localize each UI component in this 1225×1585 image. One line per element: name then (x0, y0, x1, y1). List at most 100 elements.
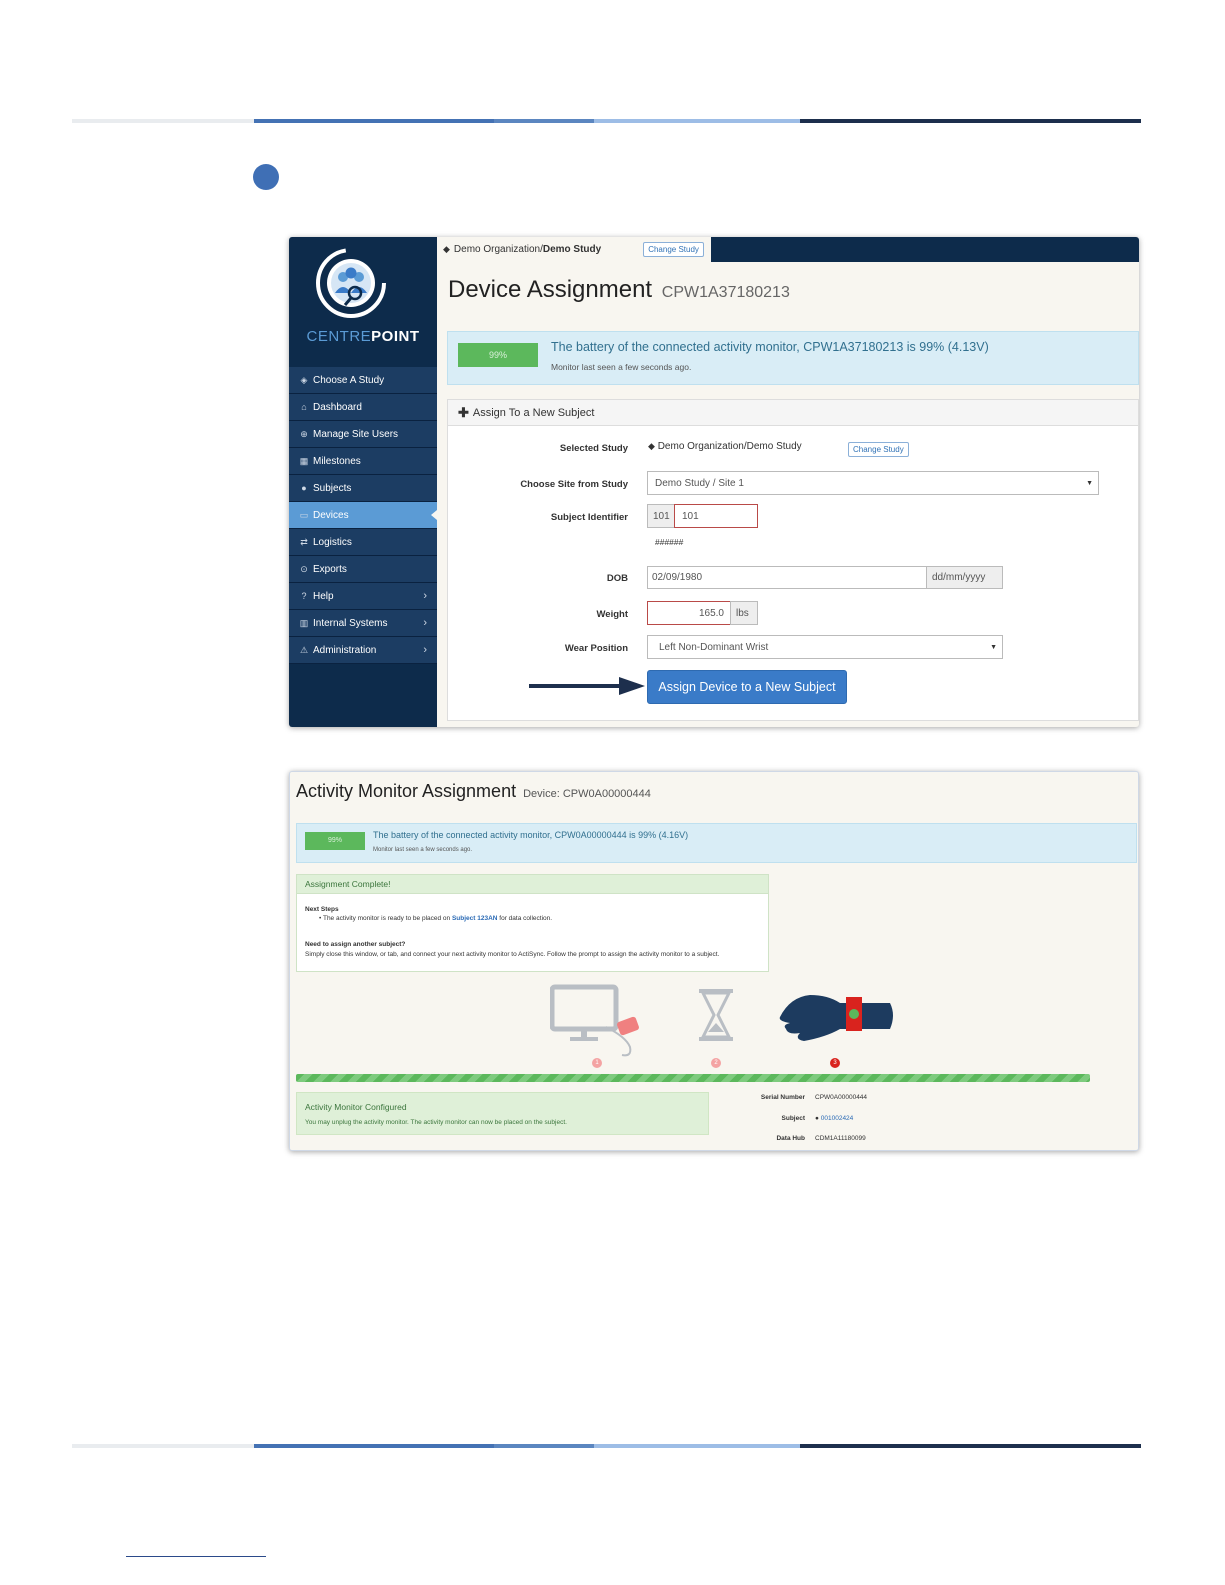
data-hub-label: Data Hub (776, 1135, 805, 1142)
assignment-complete-title: Assignment Complete! (297, 875, 768, 894)
subject-prefix: 101 (647, 504, 675, 528)
dob-input[interactable]: 02/09/1980 (647, 566, 927, 589)
battery-progress-bar: 99% (458, 343, 538, 367)
sidebar-item-choose-a-study[interactable]: ◈ Choose A Study (289, 367, 437, 394)
monitor-configured-panel: Activity Monitor Configured You may unpl… (296, 1092, 709, 1135)
header-rule (72, 119, 1141, 123)
sidebar-item-administration[interactable]: ⚠ Administration › (289, 637, 437, 664)
sidebar-item-manage-site-users[interactable]: ⊕ Manage Site Users (289, 421, 437, 448)
another-subject-label: Need to assign another subject? (305, 941, 406, 948)
subject-id-hint: ###### (655, 537, 684, 547)
another-subject-text: Simply close this window, or tab, and co… (305, 951, 720, 958)
hourglass-icon (699, 989, 733, 1041)
activity-monitor-title: Activity Monitor Assignment Device: CPW0… (296, 781, 651, 801)
assign-panel-header: ✚ Assign To a New Subject (448, 400, 1138, 426)
sidebar-item-logistics[interactable]: ⇄ Logistics (289, 529, 437, 556)
sidebar-item-label: Internal Systems (313, 617, 388, 629)
sidebar-item-milestones[interactable]: ▦ Milestones (289, 448, 437, 475)
serial-number-label: Serial Number (760, 1094, 805, 1101)
step-number-2: 2 (711, 1058, 721, 1068)
warning-icon: ⚠ (299, 644, 309, 655)
change-study-inline-button[interactable]: Change Study (848, 442, 909, 457)
selected-study-value: ◆ Demo Organization/Demo Study (648, 441, 802, 452)
change-study-button[interactable]: Change Study (643, 242, 704, 257)
site-select[interactable]: Demo Study / Site 1 ▼ (647, 471, 1099, 495)
tag-icon: ◆ (648, 441, 655, 451)
sidebar-item-subjects[interactable]: ● Subjects (289, 475, 437, 502)
assignment-complete-panel: Assignment Complete! Next Steps • The ac… (296, 874, 769, 972)
chevron-right-icon: › (423, 617, 427, 629)
user-icon: ● (815, 1115, 819, 1122)
assign-device-button[interactable]: Assign Device to a New Subject (647, 670, 847, 704)
sidebar-item-dashboard[interactable]: ⌂ Dashboard (289, 394, 437, 421)
question-icon: ? (301, 591, 307, 601)
battery-alert: 99% The battery of the connected activit… (447, 331, 1139, 385)
battery-message-2: The battery of the connected activity mo… (373, 830, 689, 840)
monitor-configured-title: Activity Monitor Configured (305, 1102, 407, 1112)
sidebar-item-label: Manage Site Users (313, 428, 399, 440)
sidebar-item-label: Subjects (313, 482, 352, 494)
wear-position-label: Wear Position (564, 643, 628, 654)
sidebar-item-label: Exports (313, 563, 347, 575)
device-icon: ▭ (299, 509, 309, 520)
page-title: Device Assignment CPW1A37180213 (448, 276, 790, 303)
logo-wordmark: CENTREPOINT (306, 328, 420, 345)
battery-message: The battery of the connected activity mo… (551, 340, 989, 354)
sidebar-item-label: Milestones (313, 455, 361, 467)
caret-down-icon: ▼ (990, 643, 997, 651)
device-assignment-screenshot: CENTREPOINT ◈ Choose A Study ⌂ Dashboard ⊕ Ma… (289, 237, 1139, 727)
sidebar-item-label: Dashboard (313, 401, 362, 413)
subject-id-input[interactable]: 101 (674, 504, 758, 528)
logo-mark-icon (316, 248, 386, 318)
tag-icon: ◆ (443, 244, 450, 254)
sidebar-item-label: Choose A Study (313, 374, 385, 386)
top-bar: ◆ Demo Organization/Demo Study Change St… (437, 237, 1139, 262)
battery-last-seen-2: Monitor last seen a few seconds ago. (373, 847, 473, 853)
weight-label: Weight (596, 609, 629, 620)
dob-label: DOB (606, 573, 628, 584)
weight-unit: lbs (730, 601, 758, 625)
user-icon: ● (301, 483, 307, 493)
sidebar-item-label: Help (313, 590, 334, 602)
serial-number-value: CPW0A00000444 (815, 1094, 868, 1101)
step-number-1: 1 (592, 1058, 602, 1068)
plus-circle-icon: ⊕ (300, 428, 308, 439)
sidebar-item-internal-systems[interactable]: ▥ Internal Systems › (289, 610, 437, 637)
wrist-device-icon (779, 995, 893, 1041)
subject-link[interactable]: Subject 123AN (452, 915, 498, 922)
breadcrumb-org[interactable]: Demo Organization/ (454, 244, 543, 255)
data-hub-value: CDM1A11180099 (815, 1135, 866, 1142)
tag-icon: ◈ (300, 374, 308, 385)
sidebar-item-exports[interactable]: ⊙ Exports (289, 556, 437, 583)
dob-format: dd/mm/yyyy (926, 566, 1003, 589)
chevron-right-icon: › (423, 644, 427, 656)
pointer-arrow-icon (529, 677, 645, 695)
site-label: Choose Site from Study (520, 479, 628, 490)
breadcrumb-study[interactable]: Demo Study (543, 244, 601, 255)
selected-study-label: Selected Study (559, 443, 628, 454)
configuration-progress-bar (296, 1074, 1090, 1082)
monitor-configured-text: You may unplug the activity monitor. The… (305, 1119, 567, 1126)
subject-id-label: Subject Identifier (550, 512, 628, 523)
weight-input[interactable]: 165.0 (647, 601, 731, 625)
centrepoint-logo: CENTREPOINT (289, 237, 437, 365)
battery-last-seen: Monitor last seen a few seconds ago. (551, 362, 692, 372)
wear-position-select[interactable]: Left Non-Dominant Wrist ▼ (647, 635, 1003, 659)
activity-monitor-screenshot: Activity Monitor Assignment Device: CPW0… (289, 771, 1139, 1151)
subject-label: Subject (781, 1115, 805, 1122)
sidebar-item-help[interactable]: ? Help › (289, 583, 437, 610)
calendar-icon: ▦ (299, 455, 309, 466)
next-steps-text: • The activity monitor is ready to be pl… (319, 915, 553, 922)
sidebar-nav: ◈ Choose A Study ⌂ Dashboard ⊕ Manage Site Us… (289, 367, 437, 664)
sidebar-item-label: Devices (313, 509, 349, 521)
sidebar-item-label: Administration (313, 644, 377, 656)
sidebar-item-label: Logistics (313, 536, 352, 548)
swap-icon: ⇄ (300, 536, 308, 547)
caret-down-icon: ▼ (1086, 479, 1093, 487)
battery-alert-2: 99% The battery of the connected activit… (296, 823, 1137, 863)
plus-icon: ✚ (458, 404, 469, 420)
monitor-icon (550, 984, 639, 1057)
subject-value[interactable]: ● 001002424 (815, 1115, 853, 1122)
sidebar-item-devices[interactable]: ▭ Devices (289, 502, 437, 529)
home-icon: ⌂ (301, 402, 307, 412)
